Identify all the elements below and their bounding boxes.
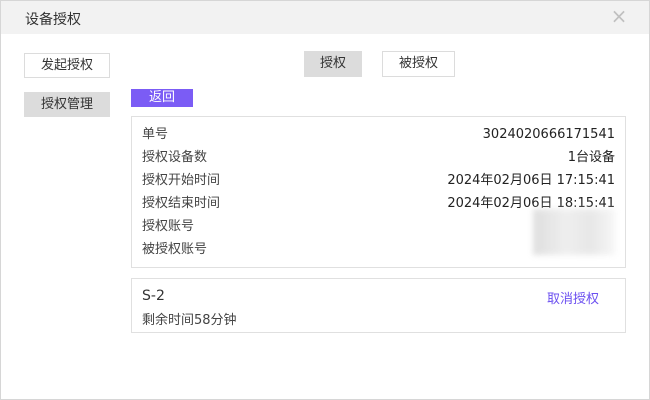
- cancel-authorization-link[interactable]: 取消授权: [547, 288, 599, 307]
- tab-authorized[interactable]: 被授权: [382, 51, 455, 77]
- detail-label: 被授权账号: [142, 242, 208, 257]
- dialog-titlebar: 设备授权 ×: [1, 1, 649, 34]
- device-name: S-2: [142, 288, 165, 304]
- detail-row-device-count: 授权设备数 1台设备: [142, 148, 615, 168]
- detail-value: 1台设备: [567, 150, 615, 165]
- dialog-title: 设备授权: [25, 12, 81, 28]
- detail-row-order-number: 单号 3024020666171541: [142, 125, 615, 145]
- detail-label: 授权结束时间: [142, 196, 221, 211]
- tab-authorize[interactable]: 授权: [304, 51, 362, 77]
- device-authorization-dialog: 设备授权 × 发起授权 授权管理 授权 被授权 返回 单号 3024020666…: [0, 0, 650, 400]
- back-button[interactable]: 返回: [131, 89, 193, 107]
- close-icon[interactable]: ×: [609, 6, 629, 26]
- remaining-time: 剩余时间58分钟: [142, 313, 237, 328]
- authorization-details-panel: 单号 3024020666171541 授权设备数 1台设备 授权开始时间 20…: [131, 116, 626, 268]
- detail-label: 授权账号: [142, 219, 195, 234]
- detail-value: 3024020666171541: [482, 127, 615, 142]
- authorized-device-card: S-2 剩余时间58分钟 取消授权: [131, 278, 626, 333]
- detail-label: 授权设备数: [142, 150, 208, 165]
- detail-label: 单号: [142, 127, 169, 142]
- detail-value: 2024年02月06日 17:15:41: [447, 173, 615, 188]
- detail-label: 授权开始时间: [142, 173, 221, 188]
- initiate-authorization-button[interactable]: 发起授权: [24, 53, 110, 78]
- authorization-management-button[interactable]: 授权管理: [24, 92, 110, 117]
- redacted-account-blur: [533, 209, 615, 255]
- detail-row-start-time: 授权开始时间 2024年02月06日 17:15:41: [142, 171, 615, 191]
